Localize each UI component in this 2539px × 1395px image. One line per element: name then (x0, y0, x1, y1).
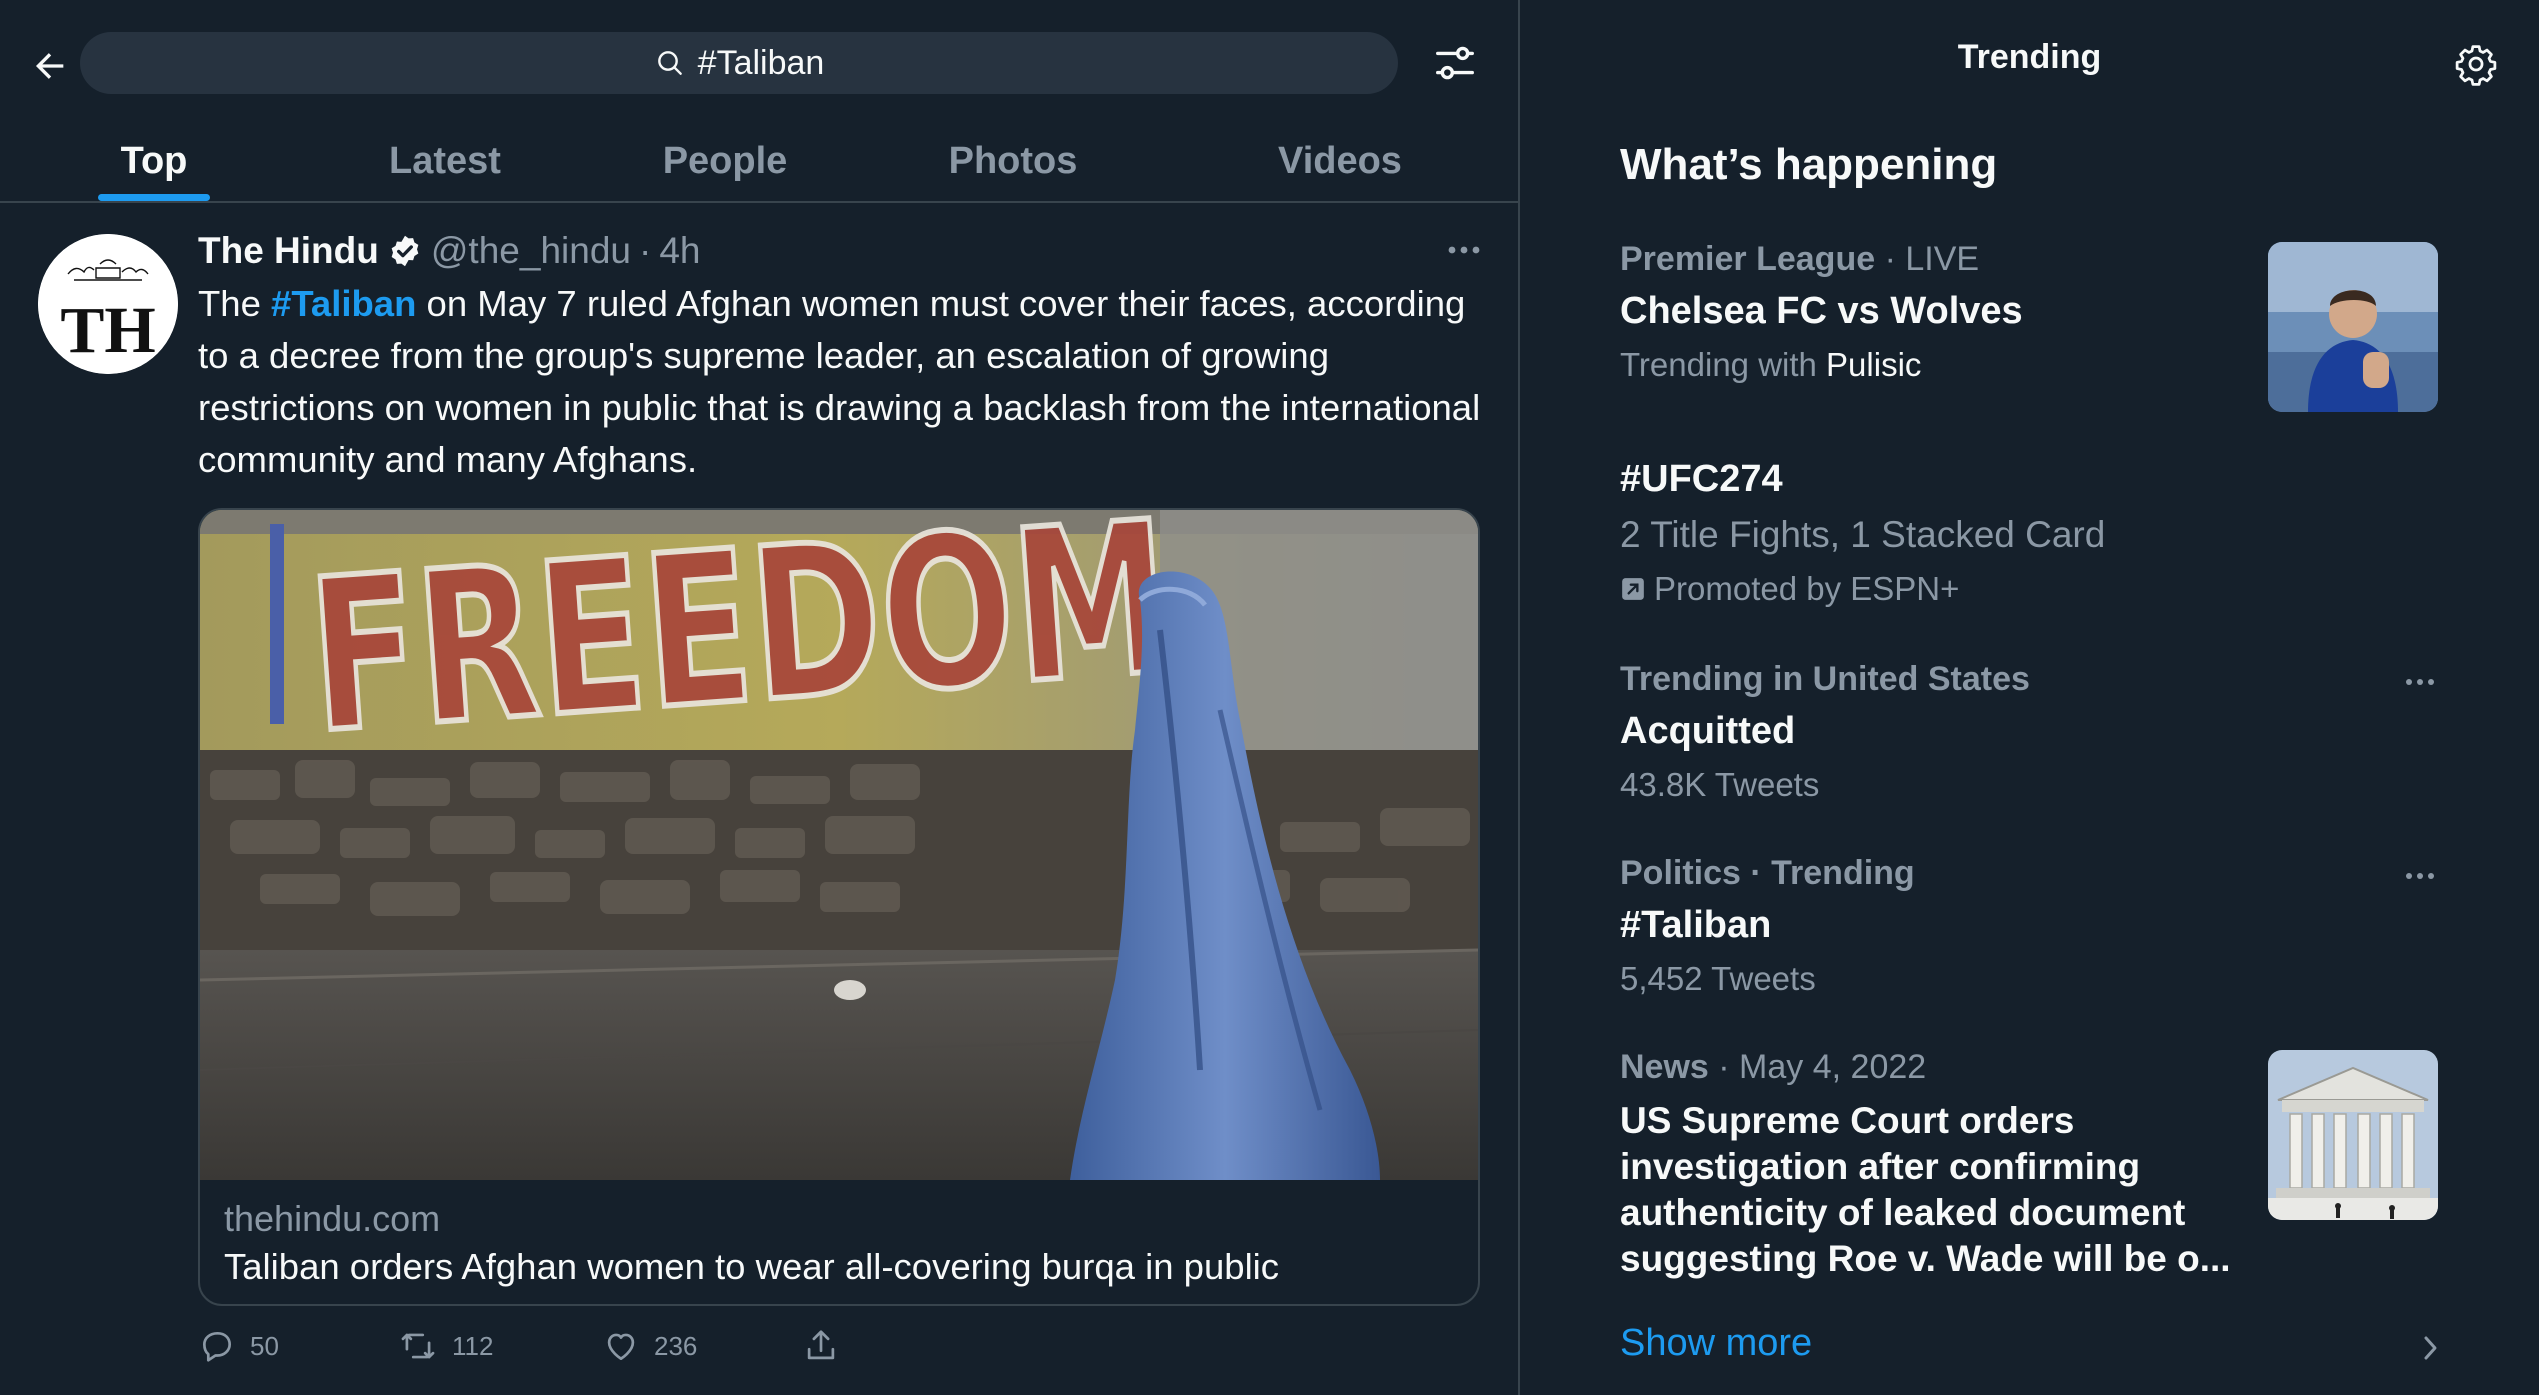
trend-item-acquitted[interactable]: Trending in United States Acquitted 43.8… (1620, 660, 2460, 810)
more-dots-icon (1448, 246, 1480, 254)
avatar-initials: TH (60, 294, 155, 367)
active-tab-indicator (98, 194, 210, 201)
heart-icon (607, 1333, 635, 1361)
search-query: #Taliban (697, 43, 825, 82)
like-count: 236 (654, 1330, 698, 1361)
retweet-icon (401, 1333, 435, 1359)
trend-category: Premier League (1620, 240, 1876, 278)
section-title: What’s happening (1620, 140, 1998, 189)
search-icon (657, 51, 682, 75)
live-label: · LIVE (1884, 240, 1980, 278)
news-date: · May 4, 2022 (1718, 1048, 1927, 1086)
share-button[interactable] (802, 1322, 840, 1370)
tweet-header: The Hindu @the_hindu · 4h (198, 226, 700, 276)
sliders-icon (1436, 46, 1474, 80)
retweet-button[interactable]: 112 (398, 1322, 493, 1370)
arrow-left-icon (36, 53, 64, 79)
chelsea-player-thumbnail (2268, 242, 2438, 412)
trend-item-ufc274[interactable]: #UFC274 2 Title Fights, 1 Stacked Card P… (1620, 458, 2420, 618)
tweet-text: The #Taliban on May 7 ruled Afghan women… (198, 278, 1498, 486)
retweet-count: 112 (452, 1330, 494, 1361)
more-dots-icon (2406, 873, 2434, 879)
the-hindu-logo: TH (38, 234, 178, 374)
more-options-button[interactable] (1436, 230, 1492, 270)
tweet-actions: 50 112 236 (198, 1322, 1298, 1370)
trend-title: #Taliban (1620, 904, 1772, 946)
share-icon (807, 1330, 835, 1360)
tabs-divider (0, 201, 1518, 203)
news-headline-line: US Supreme Court orders (1620, 1100, 2075, 1141)
more-dots-icon (2406, 679, 2434, 685)
trend-category: Politics · Trending (1620, 854, 1915, 892)
column-divider (1518, 0, 1520, 1395)
hashtag-link[interactable]: #Taliban (271, 283, 416, 324)
article-image: FREEDOM (200, 510, 1478, 1180)
tab-photos[interactable]: Photos (918, 120, 1108, 202)
author-handle[interactable]: @the_hindu (431, 230, 631, 272)
trend-tweet-count: 5,452 Tweets (1620, 960, 1816, 997)
like-button[interactable]: 236 (602, 1322, 697, 1370)
author-name[interactable]: The Hindu (198, 230, 379, 272)
trend-description: 2 Title Fights, 1 Stacked Card (1620, 514, 2106, 555)
tweet-text-start: The (198, 283, 272, 324)
card-title: Taliban orders Afghan women to wear all-… (224, 1246, 1280, 1287)
gear-icon (2455, 45, 2497, 86)
trend-item-taliban[interactable]: Politics · Trending #Taliban 5,452 Tweet… (1620, 854, 2460, 1004)
news-headline: US Supreme Court orders investigation af… (1620, 1098, 2231, 1282)
promoted-icon (1622, 578, 1644, 600)
search-tabs: Top Latest People Photos Videos (0, 120, 1518, 202)
promoted-label: Promoted by ESPN+ (1654, 570, 1960, 607)
trend-category: Trending in United States (1620, 660, 2030, 698)
settings-button[interactable] (2448, 36, 2504, 92)
chevron-right-icon (2424, 1336, 2437, 1360)
tab-top[interactable]: Top (60, 120, 248, 202)
trend-related-name: Pulisic (1826, 346, 1922, 383)
avatar[interactable]: TH (38, 234, 178, 374)
trend-subtitle: Trending with (1620, 346, 1827, 383)
show-more-chevron[interactable] (2410, 1328, 2450, 1368)
trend-item-news[interactable]: News · May 4, 2022 US Supreme Court orde… (1620, 1048, 2260, 1288)
search-input[interactable]: #Taliban (80, 32, 1398, 94)
news-headline-line: investigation after confirming (1620, 1146, 2141, 1187)
trend-more-button[interactable] (2392, 662, 2448, 702)
show-more-link[interactable]: Show more (1620, 1322, 1812, 1365)
trend-tweet-count: 43.8K Tweets (1620, 766, 1820, 803)
tab-latest[interactable]: Latest (350, 120, 540, 202)
trend-category: News (1620, 1048, 1709, 1086)
verified-badge-icon (391, 235, 419, 267)
reply-button[interactable]: 50 (198, 1322, 279, 1370)
tab-people[interactable]: People (630, 120, 820, 202)
news-headline-line: suggesting Roe v. Wade will be o... (1620, 1238, 2231, 1279)
back-button[interactable] (22, 38, 78, 94)
reply-count: 50 (250, 1330, 279, 1361)
tweet-timestamp[interactable]: 4h (659, 230, 700, 272)
news-headline-line: authenticity of leaked document (1620, 1192, 2186, 1233)
trend-title: #UFC274 (1620, 458, 1783, 500)
card-domain: thehindu.com (224, 1198, 441, 1239)
tab-videos[interactable]: Videos (1245, 120, 1435, 202)
search-filters-button[interactable] (1426, 34, 1484, 92)
trend-title: Chelsea FC vs Wolves (1620, 290, 2023, 332)
separator: · (638, 230, 652, 271)
sidebar-header-title: Trending (1957, 38, 2102, 76)
supreme-court-thumbnail (2268, 1050, 2438, 1220)
link-card[interactable]: FREEDOM thehindu.com Taliban orders Afgh… (198, 508, 1480, 1306)
trend-title: Acquitted (1620, 710, 1796, 752)
trend-more-button[interactable] (2392, 856, 2448, 896)
reply-icon (202, 1331, 232, 1362)
search-results-column: #Taliban Top Latest People Photos Videos (0, 0, 1518, 1395)
trend-item-chelsea[interactable]: Premier League · LIVE Chelsea FC vs Wolv… (1620, 240, 2260, 400)
